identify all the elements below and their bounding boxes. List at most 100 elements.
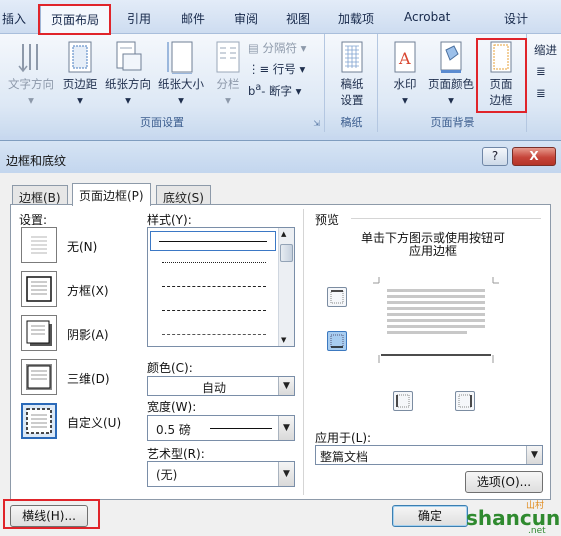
- right-border-button[interactable]: [455, 391, 475, 411]
- left-border-icon: [396, 394, 410, 408]
- breaks-button[interactable]: ▤ 分隔符 ▾: [248, 40, 306, 56]
- horizontal-line-button[interactable]: 横线(H)...: [10, 505, 88, 527]
- borders-and-shading-dialog: 边框和底纹 ? X 边框(B) 页面边框(P) 底纹(S) 设置: 无(N) 方…: [0, 140, 561, 536]
- paper-size-icon: [167, 41, 193, 74]
- tab-acrobat[interactable]: Acrobat: [404, 10, 450, 24]
- preview-page-diagram[interactable]: [371, 271, 501, 375]
- ribbon: 插入 页面布局 引用 邮件 审阅 视图 加载项 Acrobat 设计 文字方向 ▾: [0, 0, 561, 140]
- options-button[interactable]: 选项(O)...: [465, 471, 543, 493]
- art-select[interactable]: (无) ▼: [147, 461, 295, 487]
- tab-view[interactable]: 视图: [286, 10, 310, 27]
- watermark-button[interactable]: A 水印 ▾: [383, 40, 427, 108]
- tab-design[interactable]: 设计: [504, 10, 528, 27]
- text-direction-button[interactable]: 文字方向 ▾: [6, 40, 56, 108]
- setting-3d-icon[interactable]: [21, 359, 57, 395]
- top-border-button[interactable]: [327, 287, 347, 307]
- size-button[interactable]: 纸张大小 ▾: [156, 40, 206, 108]
- setting-custom-icon[interactable]: [21, 403, 57, 439]
- color-select[interactable]: 自动 ▼: [147, 376, 295, 396]
- group-title-page-setup: 页面设置: [140, 116, 184, 129]
- left-border-button[interactable]: [393, 391, 413, 411]
- page-border-panel: 设置: 无(N) 方框(X) 阴影(A) 三维(D) 自定义(U) 样式(Y):: [10, 204, 551, 500]
- group-page-setup: 文字方向 ▾ 页边距 ▾ 纸张方向 ▾ 纸张大小 ▾ 分栏 ▾ ▤ 分隔符 ▾ …: [0, 34, 325, 132]
- apply-to-select[interactable]: 整篇文档 ▼: [315, 445, 543, 465]
- columns-icon: [216, 41, 240, 73]
- dropdown-arrow-icon: ▾: [77, 93, 83, 107]
- color-label: 颜色(C):: [147, 361, 193, 375]
- group-title-draft: 稿纸: [340, 116, 363, 129]
- text-direction-icon: [18, 44, 38, 73]
- tab-shading[interactable]: 底纹(S): [156, 185, 211, 205]
- dialog-titlebar[interactable]: 边框和底纹 ? X: [0, 141, 561, 173]
- page-borders-button[interactable]: 页面 边框: [479, 40, 523, 108]
- dropdown-arrow-icon: ▾: [225, 93, 231, 107]
- tab-page-layout[interactable]: 页面布局: [40, 4, 110, 34]
- dialog-launcher-icon[interactable]: ⇲: [313, 119, 320, 128]
- style-option-dashed-short[interactable]: [162, 286, 266, 287]
- svg-text:.net: .net: [528, 526, 546, 536]
- svg-text:A: A: [398, 49, 411, 68]
- setting-none-icon[interactable]: [21, 227, 57, 263]
- draft-settings-button[interactable]: 稿纸 设置: [330, 40, 374, 108]
- margins-button[interactable]: 页边距 ▾: [60, 40, 100, 108]
- scroll-up-icon[interactable]: ▲: [281, 230, 286, 238]
- group-page-background: A 水印 ▾ 页面颜色 ▾ 页面 边框 页面背景: [379, 34, 527, 132]
- bottom-border-icon: [330, 334, 344, 348]
- tab-borders[interactable]: 边框(B): [12, 185, 68, 205]
- width-line-preview: [210, 428, 272, 429]
- indent-label: 缩进: [534, 43, 557, 57]
- setting-shadow-icon[interactable]: [21, 315, 57, 351]
- style-option-dashed-long[interactable]: [162, 310, 266, 311]
- dropdown-arrow-icon: ▾: [28, 93, 34, 107]
- dropdown-arrow-icon: ▾: [178, 93, 184, 107]
- orientation-icon: [116, 41, 142, 71]
- columns-button[interactable]: 分栏 ▾: [210, 40, 246, 108]
- setting-none-label[interactable]: 无(N): [67, 238, 97, 255]
- draft-paper-icon: [341, 41, 363, 73]
- chevron-down-icon[interactable]: ▼: [526, 446, 542, 464]
- page-color-icon: [440, 41, 462, 73]
- indent-right-icon[interactable]: ≣: [536, 86, 546, 100]
- tab-references[interactable]: 引用: [127, 10, 151, 27]
- page-color-button[interactable]: 页面颜色 ▾: [425, 40, 477, 108]
- tab-review[interactable]: 审阅: [234, 10, 258, 27]
- scroll-down-icon[interactable]: ▼: [281, 336, 286, 344]
- chevron-down-icon[interactable]: ▼: [278, 462, 294, 486]
- setting-3d-label[interactable]: 三维(D): [67, 370, 110, 387]
- chevron-down-icon[interactable]: ▼: [278, 377, 294, 395]
- scroll-thumb[interactable]: [280, 244, 293, 262]
- close-button[interactable]: X: [512, 147, 556, 166]
- ok-button[interactable]: 确定: [392, 505, 468, 527]
- dropdown-arrow-icon: ▾: [402, 93, 408, 107]
- group-paragraph: 缩进 ≣ ≣: [528, 34, 561, 132]
- tab-addins[interactable]: 加载项: [338, 10, 374, 27]
- tab-insert[interactable]: 插入: [2, 10, 26, 27]
- art-label: 艺术型(R):: [147, 447, 205, 461]
- dialog-title: 边框和底纹: [6, 154, 67, 168]
- chevron-down-icon[interactable]: ▼: [278, 416, 294, 440]
- setting-box-icon[interactable]: [21, 271, 57, 307]
- tab-mailings[interactable]: 邮件: [181, 10, 205, 27]
- style-listbox[interactable]: ▲ ▼: [147, 227, 295, 347]
- style-option-dotted[interactable]: [162, 262, 266, 263]
- width-select[interactable]: 0.5 磅 ▼: [147, 415, 295, 441]
- indent-left-icon[interactable]: ≣: [536, 64, 546, 78]
- style-option-dash-dot[interactable]: [162, 334, 266, 335]
- hyphenation-button[interactable]: ba- 断字 ▾: [248, 82, 301, 99]
- ribbon-body: 文字方向 ▾ 页边距 ▾ 纸张方向 ▾ 纸张大小 ▾ 分栏 ▾ ▤ 分隔符 ▾ …: [0, 33, 561, 136]
- tab-page-border[interactable]: 页面边框(P): [72, 183, 151, 206]
- style-scrollbar[interactable]: ▲ ▼: [278, 228, 294, 346]
- dropdown-arrow-icon: ▾: [448, 93, 454, 107]
- group-draft: 稿纸 设置 稿纸: [326, 34, 378, 132]
- style-option-selected[interactable]: [150, 231, 276, 251]
- bottom-border-button[interactable]: [327, 331, 347, 351]
- line-numbers-button[interactable]: ⋮≡ 行号 ▾: [248, 61, 305, 77]
- help-button[interactable]: ?: [482, 147, 508, 166]
- dropdown-arrow-icon: ▾: [125, 93, 131, 107]
- settings-label: 设置:: [19, 213, 48, 227]
- setting-box-label[interactable]: 方框(X): [67, 282, 109, 299]
- setting-shadow-label[interactable]: 阴影(A): [67, 326, 109, 343]
- setting-custom-label[interactable]: 自定义(U): [67, 414, 121, 431]
- svg-text:shancun: shancun: [466, 506, 560, 530]
- orientation-button[interactable]: 纸张方向 ▾: [102, 40, 154, 108]
